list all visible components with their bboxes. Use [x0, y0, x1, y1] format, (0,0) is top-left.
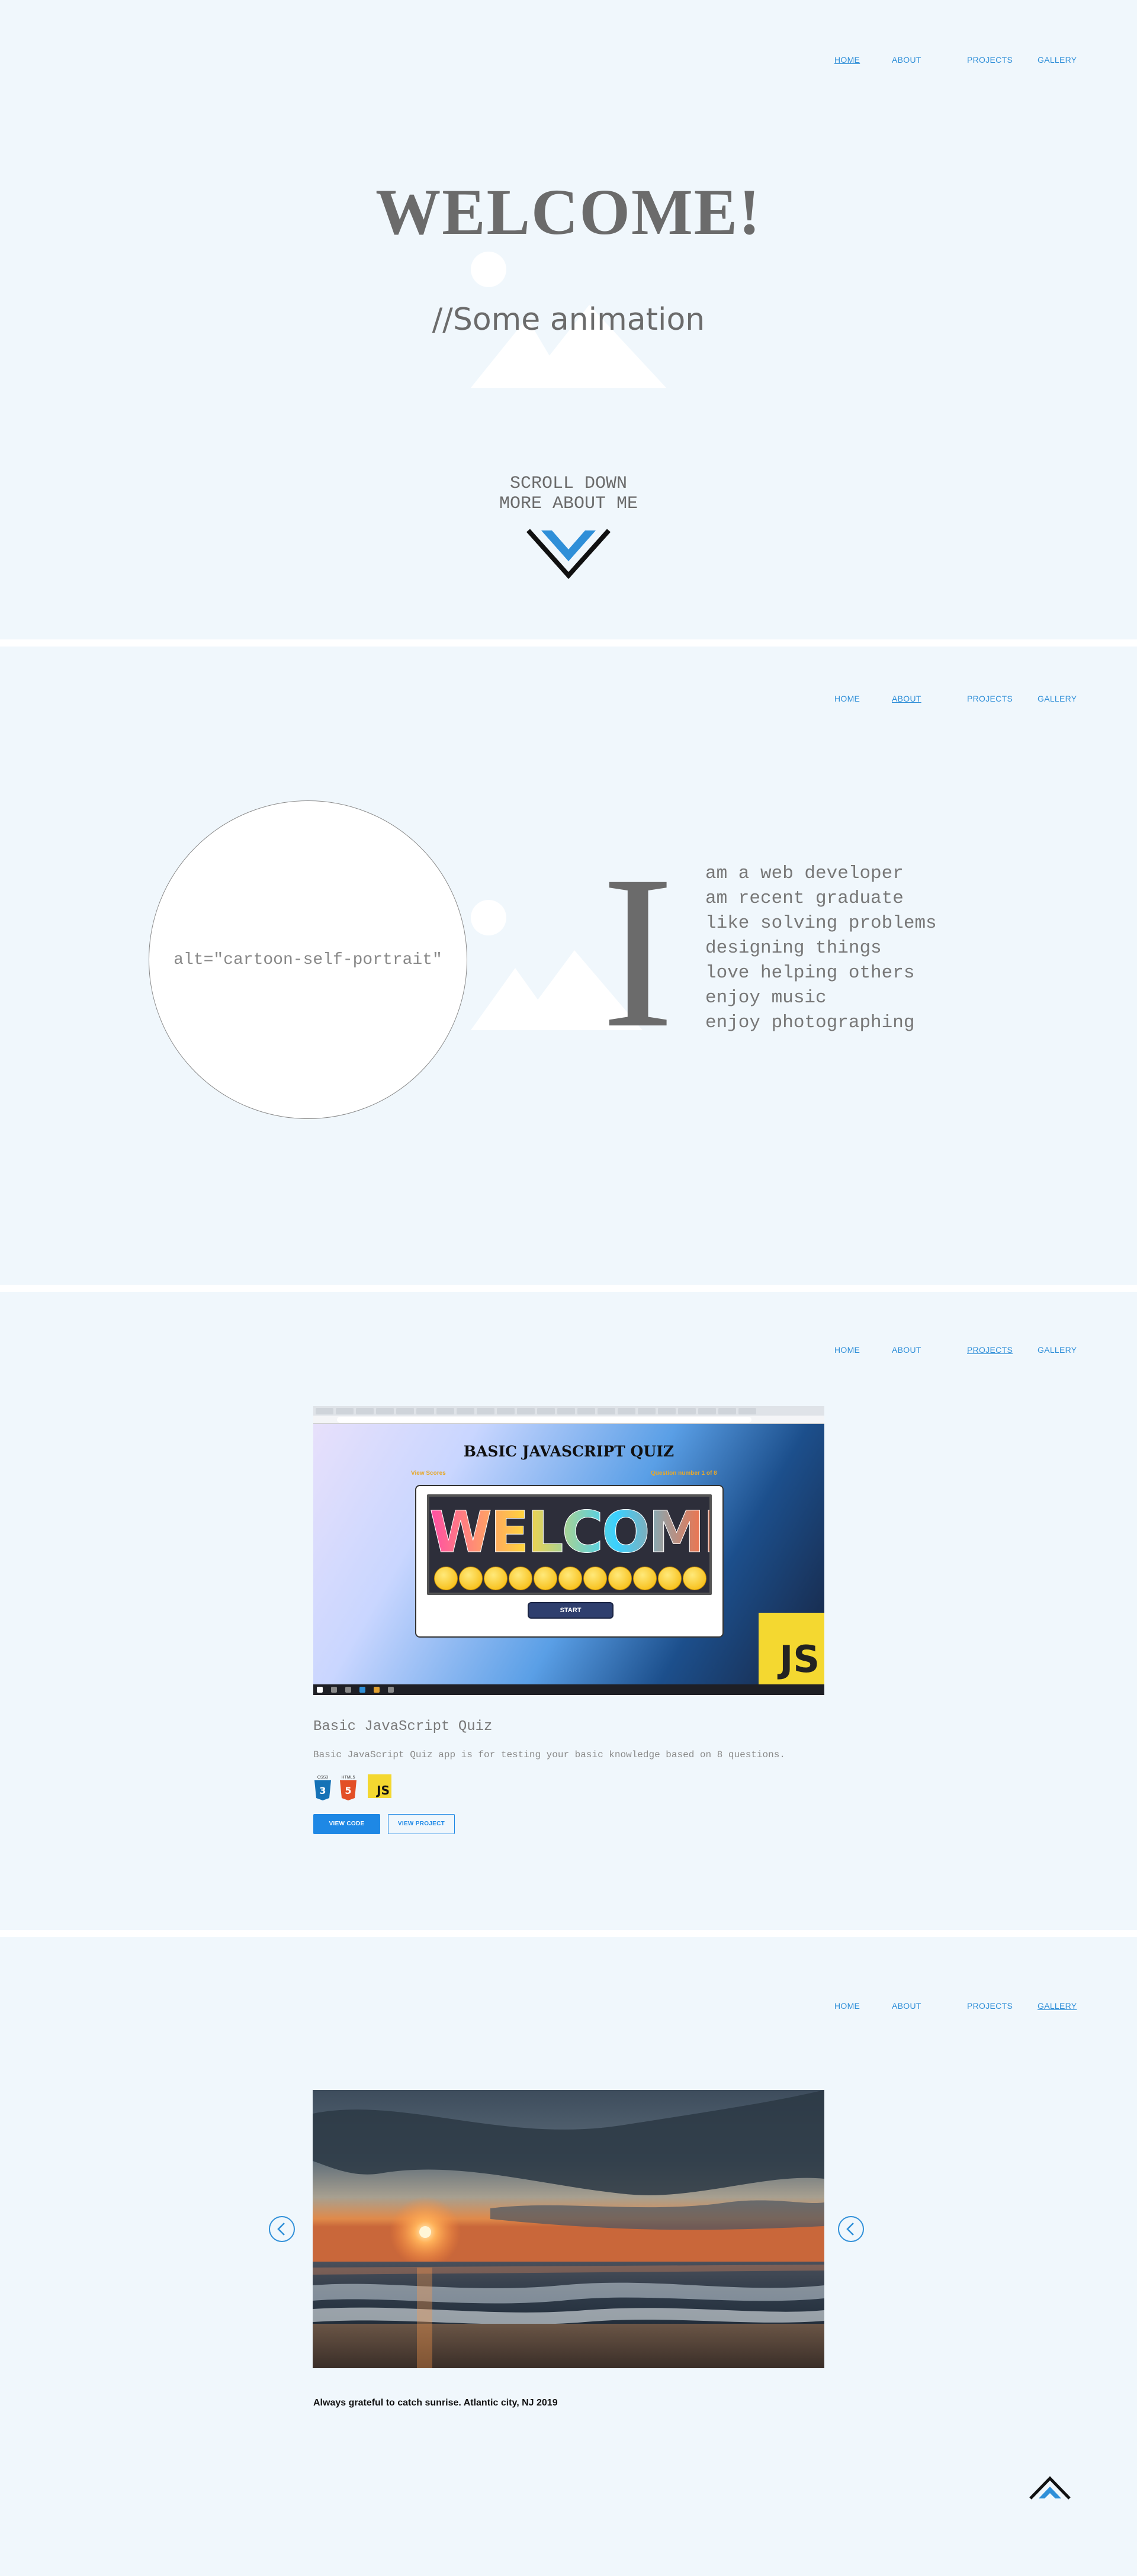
os-taskbar	[313, 1684, 824, 1695]
nav-about-link[interactable]: ABOUT	[892, 2001, 921, 2011]
about-line: like solving problems	[705, 913, 937, 934]
nav-projects-link[interactable]: PROJECTS	[967, 1345, 1013, 1355]
quiz-view-scores: View Scores	[411, 1470, 446, 1477]
nav-home-link[interactable]: HOME	[834, 694, 860, 703]
view-project-button[interactable]: VIEW PROJECT	[388, 1814, 455, 1834]
svg-text:HTML5: HTML5	[342, 1776, 355, 1780]
nav-gallery-link[interactable]: GALLERY	[1038, 2001, 1077, 2011]
svg-text:CSS3: CSS3	[317, 1776, 328, 1780]
nav-projects-link[interactable]: PROJECTS	[967, 694, 1013, 703]
welcome-heading: WELCOME!	[375, 176, 762, 248]
welcome-banner-text: WELCOME	[429, 1499, 712, 1566]
quiz-question-counter: Question number 1 of 8	[651, 1470, 717, 1477]
gallery-photo	[313, 2090, 824, 2368]
gallery-prev-button[interactable]	[268, 2215, 296, 2243]
welcome-banner: WELCOME	[427, 1494, 712, 1595]
nav-projects-link[interactable]: PROJECTS	[967, 2001, 1013, 2011]
javascript-icon: JS	[368, 1774, 391, 1798]
about-line: am recent graduate	[705, 888, 904, 909]
quiz-card: WELCOME START	[415, 1485, 724, 1638]
nav-gallery-link[interactable]: GALLERY	[1038, 1345, 1077, 1355]
svg-text:5: 5	[345, 1785, 351, 1796]
nav-gallery-link[interactable]: GALLERY	[1038, 694, 1077, 703]
about-line: love helping others	[705, 963, 915, 983]
view-code-button[interactable]: VIEW CODE	[313, 1814, 380, 1834]
scroll-line-1: SCROLL DOWN	[509, 474, 628, 494]
nav-home-link[interactable]: HOME	[834, 1345, 860, 1355]
about-line: enjoy music	[705, 988, 827, 1008]
animation-placeholder-text: //Some animation	[432, 302, 705, 337]
quiz-app-body: BASIC JAVASCRIPT QUIZ View Scores Questi…	[313, 1424, 824, 1684]
home-section: HOME ABOUT PROJECTS GALLERY WELCOME! //S…	[0, 0, 1137, 639]
nav-about-link[interactable]: ABOUT	[892, 55, 921, 65]
svg-text:I: I	[601, 864, 674, 1034]
nav-about-link[interactable]: ABOUT	[892, 1345, 921, 1355]
project-title: Basic JavaScript Quiz	[313, 1719, 493, 1735]
big-letter-i: I	[601, 864, 674, 1034]
chevron-down-icon[interactable]	[526, 527, 611, 580]
photo-caption: Always grateful to catch sunrise. Atlant…	[313, 2398, 558, 2408]
section-divider	[0, 639, 1137, 647]
svg-text:3: 3	[319, 1785, 326, 1796]
section-divider	[0, 1930, 1137, 1937]
top-nav: HOME ABOUT PROJECTS GALLERY	[0, 694, 1137, 706]
css3-icon: CSS3 3	[314, 1776, 331, 1800]
about-me-list: am a web developer am recent graduate li…	[705, 861, 937, 1035]
back-to-top-button[interactable]	[1028, 2476, 1072, 2501]
about-line: enjoy photographing	[705, 1012, 915, 1033]
project-screenshot: BASIC JAVASCRIPT QUIZ View Scores Questi…	[313, 1406, 824, 1695]
browser-address-bar	[313, 1416, 824, 1424]
nav-about-link[interactable]: ABOUT	[892, 694, 921, 703]
about-line: am a web developer	[705, 863, 904, 884]
quiz-start-button: START	[528, 1602, 614, 1619]
js-logo: JS	[759, 1613, 824, 1684]
self-portrait-image: alt="cartoon-self-portrait"	[149, 800, 467, 1119]
nav-projects-link[interactable]: PROJECTS	[967, 55, 1013, 65]
scroll-line-2: MORE ABOUT ME	[499, 494, 638, 514]
browser-tab-strip	[313, 1406, 824, 1416]
quiz-title: BASIC JAVASCRIPT QUIZ	[463, 1443, 675, 1460]
project-description: Basic JavaScript Quiz app is for testing…	[313, 1750, 785, 1760]
top-nav: HOME ABOUT PROJECTS GALLERY	[0, 2001, 1137, 2013]
html5-icon: HTML5 5	[340, 1776, 356, 1800]
nav-home-link[interactable]: HOME	[834, 2001, 860, 2011]
nav-gallery-link[interactable]: GALLERY	[1038, 55, 1077, 65]
section-divider	[0, 1285, 1137, 1292]
scroll-down-prompt[interactable]: SCROLL DOWN MORE ABOUT ME	[0, 474, 1137, 514]
gallery-next-button[interactable]	[837, 2215, 865, 2243]
top-nav: HOME ABOUT PROJECTS GALLERY	[0, 1345, 1137, 1357]
about-line: designing things	[705, 938, 882, 959]
emoji-row	[433, 1567, 709, 1591]
nav-home-link[interactable]: HOME	[834, 55, 860, 65]
top-nav: HOME ABOUT PROJECTS GALLERY	[0, 55, 1137, 67]
